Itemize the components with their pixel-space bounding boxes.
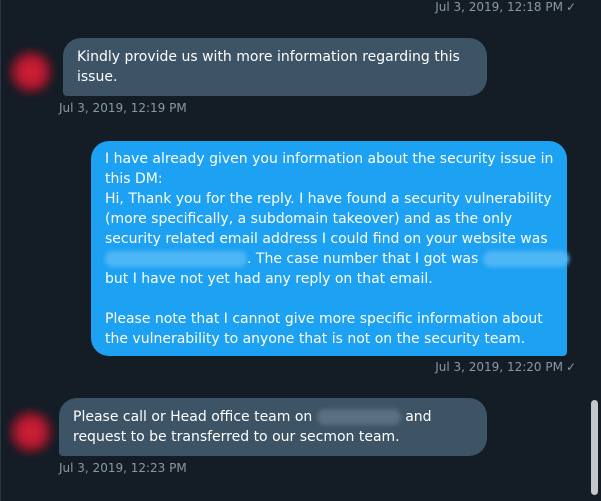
message-text: Please note that I cannot give more spec… bbox=[105, 311, 543, 327]
message-text: Hi, Thank you for the reply. I have foun… bbox=[105, 191, 552, 207]
message-text: Please call or Head office team on bbox=[73, 409, 313, 425]
message-text: . The case number that I got was bbox=[247, 251, 479, 267]
message-text-line: . The case number that I got was bbox=[105, 249, 569, 269]
redacted-case-number bbox=[482, 251, 569, 267]
redacted-phone-number bbox=[316, 409, 401, 425]
message-timestamp: Jul 3, 2019, 12:18 PM ✓ bbox=[435, 0, 576, 14]
message-text: security related email address I could f… bbox=[105, 231, 548, 247]
message-timestamp: Jul 3, 2019, 12:19 PM bbox=[59, 101, 187, 115]
message-text: and bbox=[405, 409, 432, 425]
dm-conversation: Jul 3, 2019, 12:18 PM ✓ Kindly provide us… bbox=[0, 0, 586, 501]
message-text-line: Please call or Head office team on and bbox=[73, 407, 473, 427]
scrollbar-thumb[interactable] bbox=[591, 400, 598, 495]
read-check-icon: ✓ bbox=[565, 360, 576, 374]
sent-message-bubble[interactable]: I have already given you information abo… bbox=[91, 141, 569, 356]
message-timestamp: Jul 3, 2019, 12:20 PM ✓ bbox=[435, 360, 576, 374]
message-text: Kindly provide us with more information … bbox=[77, 49, 460, 65]
message-timestamp: Jul 3, 2019, 12:23 PM bbox=[59, 461, 187, 475]
received-message-bubble[interactable]: Please call or Head office team on and r… bbox=[59, 398, 487, 456]
message-text: but I have not yet had any reply on that… bbox=[105, 271, 433, 287]
message-text: the vulnerability to anyone that is not … bbox=[105, 331, 526, 347]
message-text: I have already given you information abo… bbox=[105, 151, 554, 167]
message-text: issue. bbox=[77, 69, 118, 85]
redacted-email bbox=[105, 251, 247, 267]
message-text: this DM: bbox=[105, 171, 163, 187]
scrollbar-track[interactable] bbox=[587, 0, 601, 501]
received-message-bubble[interactable]: Kindly provide us with more information … bbox=[63, 38, 487, 96]
avatar[interactable] bbox=[7, 48, 55, 96]
message-text: request to be transferred to our secmon … bbox=[73, 429, 400, 445]
read-check-icon: ✓ bbox=[565, 0, 576, 14]
avatar[interactable] bbox=[7, 408, 55, 456]
message-text: (more specifically, a subdomain takeover… bbox=[105, 211, 513, 227]
